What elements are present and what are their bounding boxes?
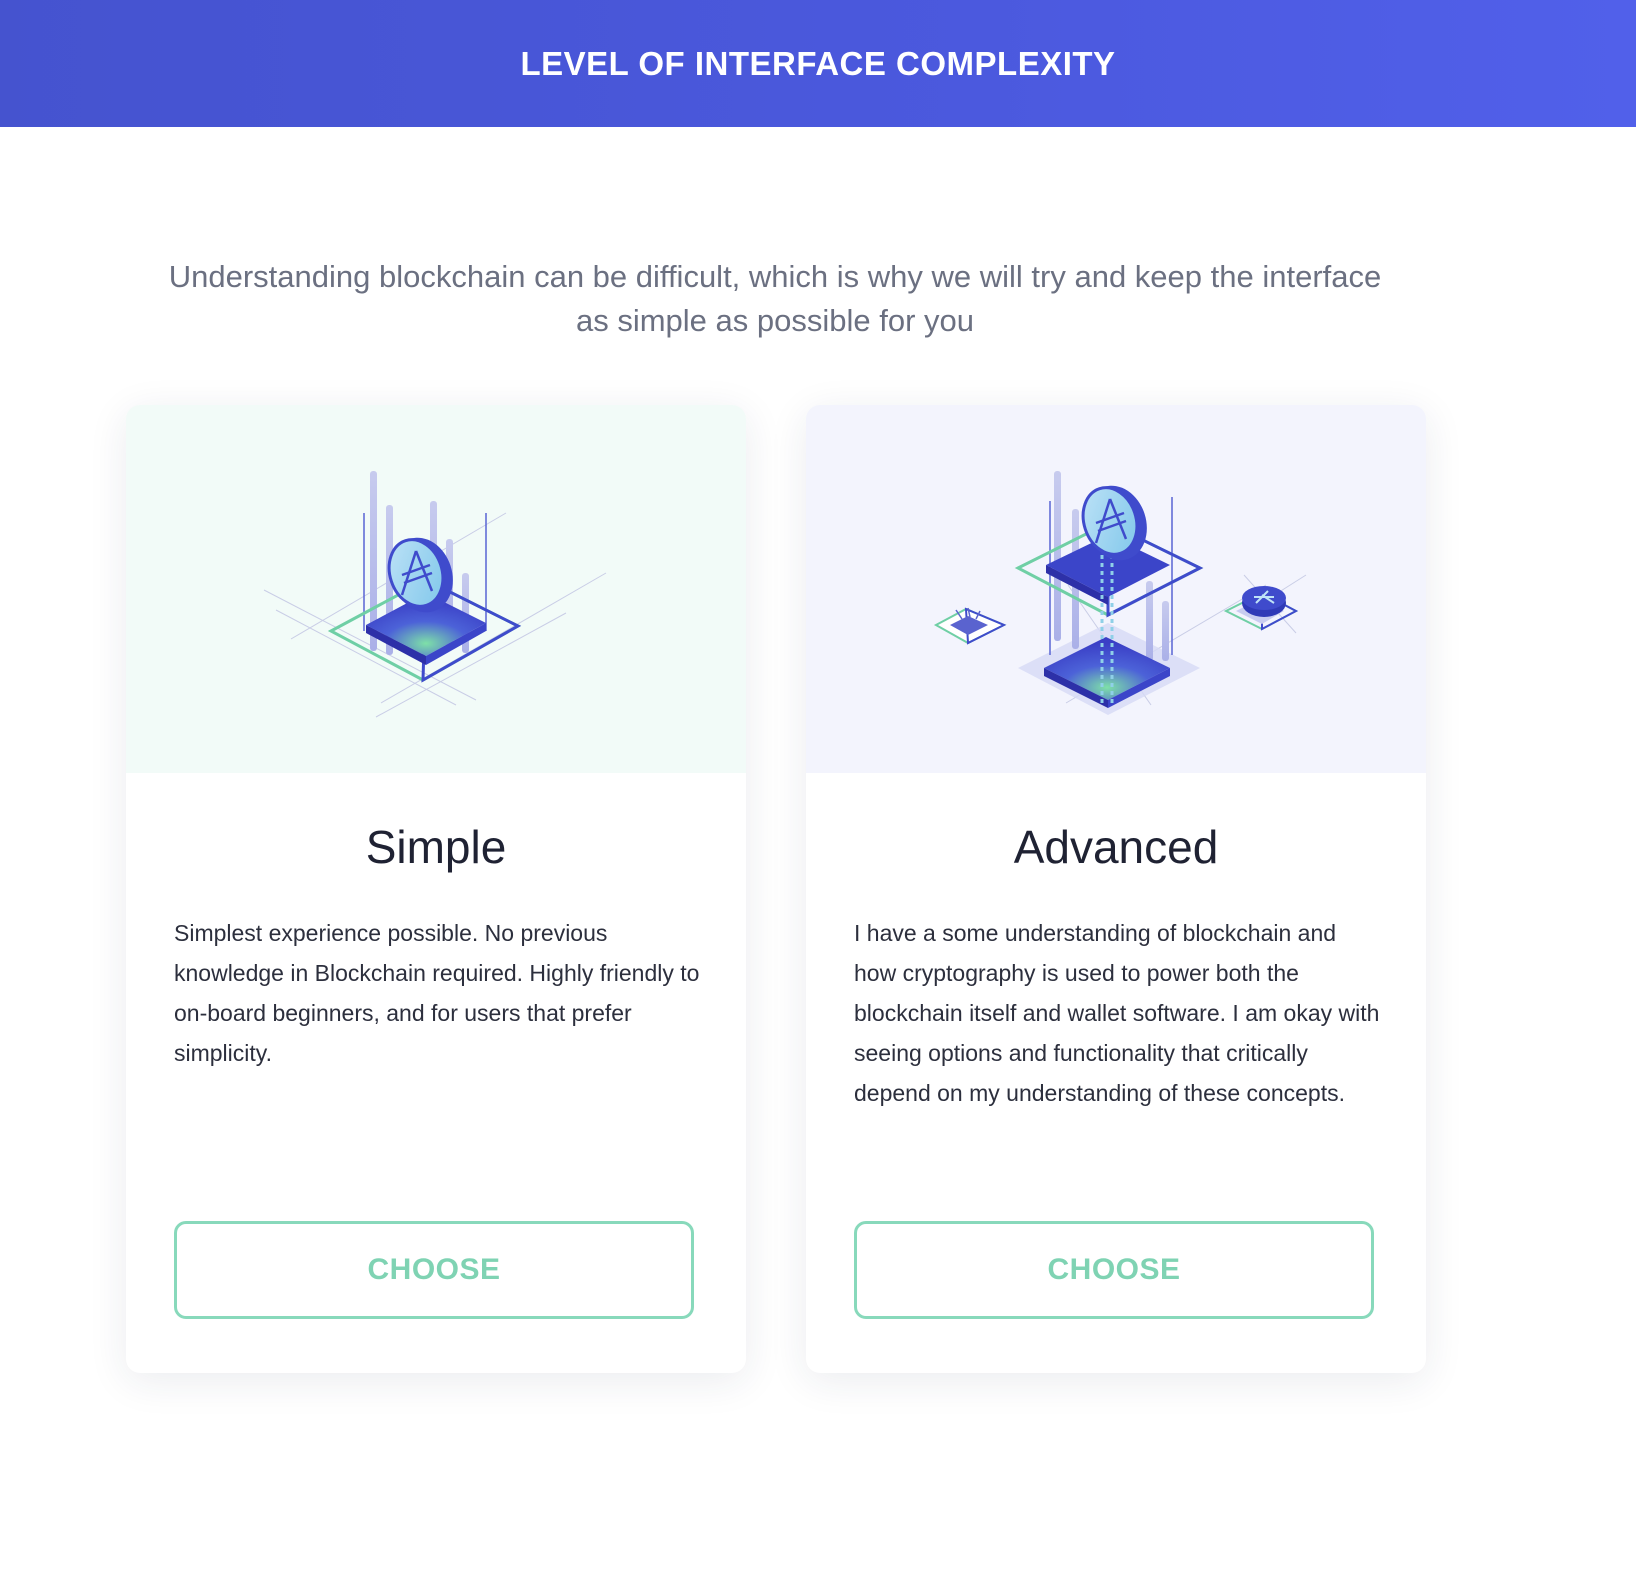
- complexity-card-advanced: Advanced I have a some understanding of …: [806, 405, 1426, 1373]
- simple-block-illustration: [263, 471, 607, 718]
- card-title-advanced: Advanced: [1013, 821, 1219, 873]
- card-description-advanced: I have a some understanding of blockchai…: [854, 920, 1380, 1106]
- intro-text: Understanding blockchain can be difficul…: [168, 259, 1382, 338]
- complexity-card-simple: Simple Simplest experience possible. No …: [126, 405, 746, 1373]
- page-header: LEVEL OF INTERFACE COMPLEXITY: [0, 0, 1636, 127]
- advanced-illustration: [806, 405, 1426, 773]
- page-title: LEVEL OF INTERFACE COMPLEXITY: [520, 44, 1116, 82]
- advanced-blocks-illustration: [933, 471, 1307, 715]
- card-title-simple: Simple: [365, 821, 507, 873]
- simple-illustration: [126, 405, 746, 773]
- card-description-simple: Simplest experience possible. No previou…: [174, 920, 700, 1066]
- choose-advanced-button[interactable]: CHOOSE: [854, 1221, 1374, 1319]
- choose-simple-button[interactable]: CHOOSE: [174, 1221, 694, 1319]
